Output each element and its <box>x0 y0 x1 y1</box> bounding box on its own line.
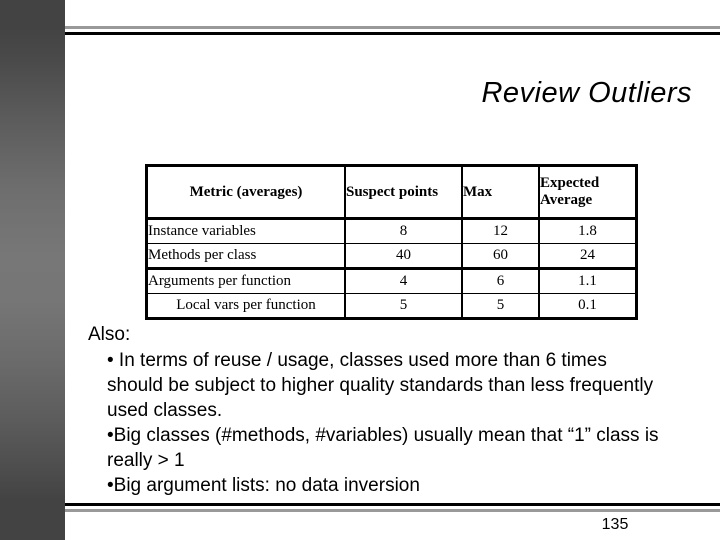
cell-suspect: 4 <box>344 267 463 294</box>
list-item: •Big classes (#methods, #variables) usua… <box>107 423 668 473</box>
header-expected-average: Expected Average <box>538 165 637 220</box>
cell-metric: Arguments per function <box>146 267 346 294</box>
cell-max: 5 <box>461 293 540 319</box>
bullet-glyph: • <box>107 475 114 496</box>
cell-metric: Methods per class <box>146 243 346 269</box>
top-gray-rule <box>0 26 720 29</box>
list-item-label: Big classes (#methods, #variables) usual… <box>107 425 659 471</box>
header-suspect-points: Suspect points <box>344 165 463 220</box>
cell-suspect: 40 <box>344 243 463 269</box>
table-row: Instance variables 8 12 1.8 <box>146 218 637 244</box>
table-row: Local vars per function 5 5 0.1 <box>146 293 637 319</box>
metrics-table-head: Metric (averages) Suspect points Max Exp… <box>146 165 637 220</box>
bullet-glyph: • <box>107 350 114 371</box>
list-item: •Big argument lists: no data inversion <box>107 473 668 498</box>
top-black-rule <box>0 32 720 35</box>
cell-max: 12 <box>461 218 540 244</box>
body-bullet-list: • In terms of reuse / usage, classes use… <box>88 348 668 498</box>
cell-max: 6 <box>461 267 540 294</box>
slide-canvas: Review Outliers Metric (averages) Suspec… <box>0 0 720 540</box>
cell-metric: Local vars per function <box>146 293 346 319</box>
table-row: Arguments per function 4 6 1.1 <box>146 267 637 294</box>
bullet-glyph: • <box>107 425 114 446</box>
cell-expected-average: 0.1 <box>538 293 637 319</box>
bottom-black-rule <box>0 503 720 506</box>
list-item: • In terms of reuse / usage, classes use… <box>107 348 668 423</box>
cell-expected-average: 1.8 <box>538 218 637 244</box>
body-lead: Also: <box>88 324 131 345</box>
bottom-gray-rule <box>0 509 720 512</box>
cell-suspect: 5 <box>344 293 463 319</box>
body-text-block: Also: • In terms of reuse / usage, class… <box>88 322 668 498</box>
header-max: Max <box>461 165 540 220</box>
list-item-label: In terms of reuse / usage, classes used … <box>107 350 654 421</box>
left-gradient-bar <box>0 0 65 540</box>
list-item-label: Big argument lists: no data inversion <box>113 475 420 496</box>
table-row: Methods per class 40 60 24 <box>146 243 637 269</box>
cell-max: 60 <box>461 243 540 269</box>
header-metric: Metric (averages) <box>146 165 346 220</box>
metrics-table-container: Metric (averages) Suspect points Max Exp… <box>145 164 638 320</box>
metrics-table-body: Instance variables 8 12 1.8 Methods per … <box>146 218 637 319</box>
slide-title: Review Outliers <box>481 77 692 109</box>
page-number: 135 <box>601 516 629 533</box>
table-header-row: Metric (averages) Suspect points Max Exp… <box>146 165 637 220</box>
cell-expected-average: 1.1 <box>538 267 637 294</box>
cell-expected-average: 24 <box>538 243 637 269</box>
cell-metric: Instance variables <box>146 218 346 244</box>
metrics-table: Metric (averages) Suspect points Max Exp… <box>145 164 638 320</box>
cell-suspect: 8 <box>344 218 463 244</box>
